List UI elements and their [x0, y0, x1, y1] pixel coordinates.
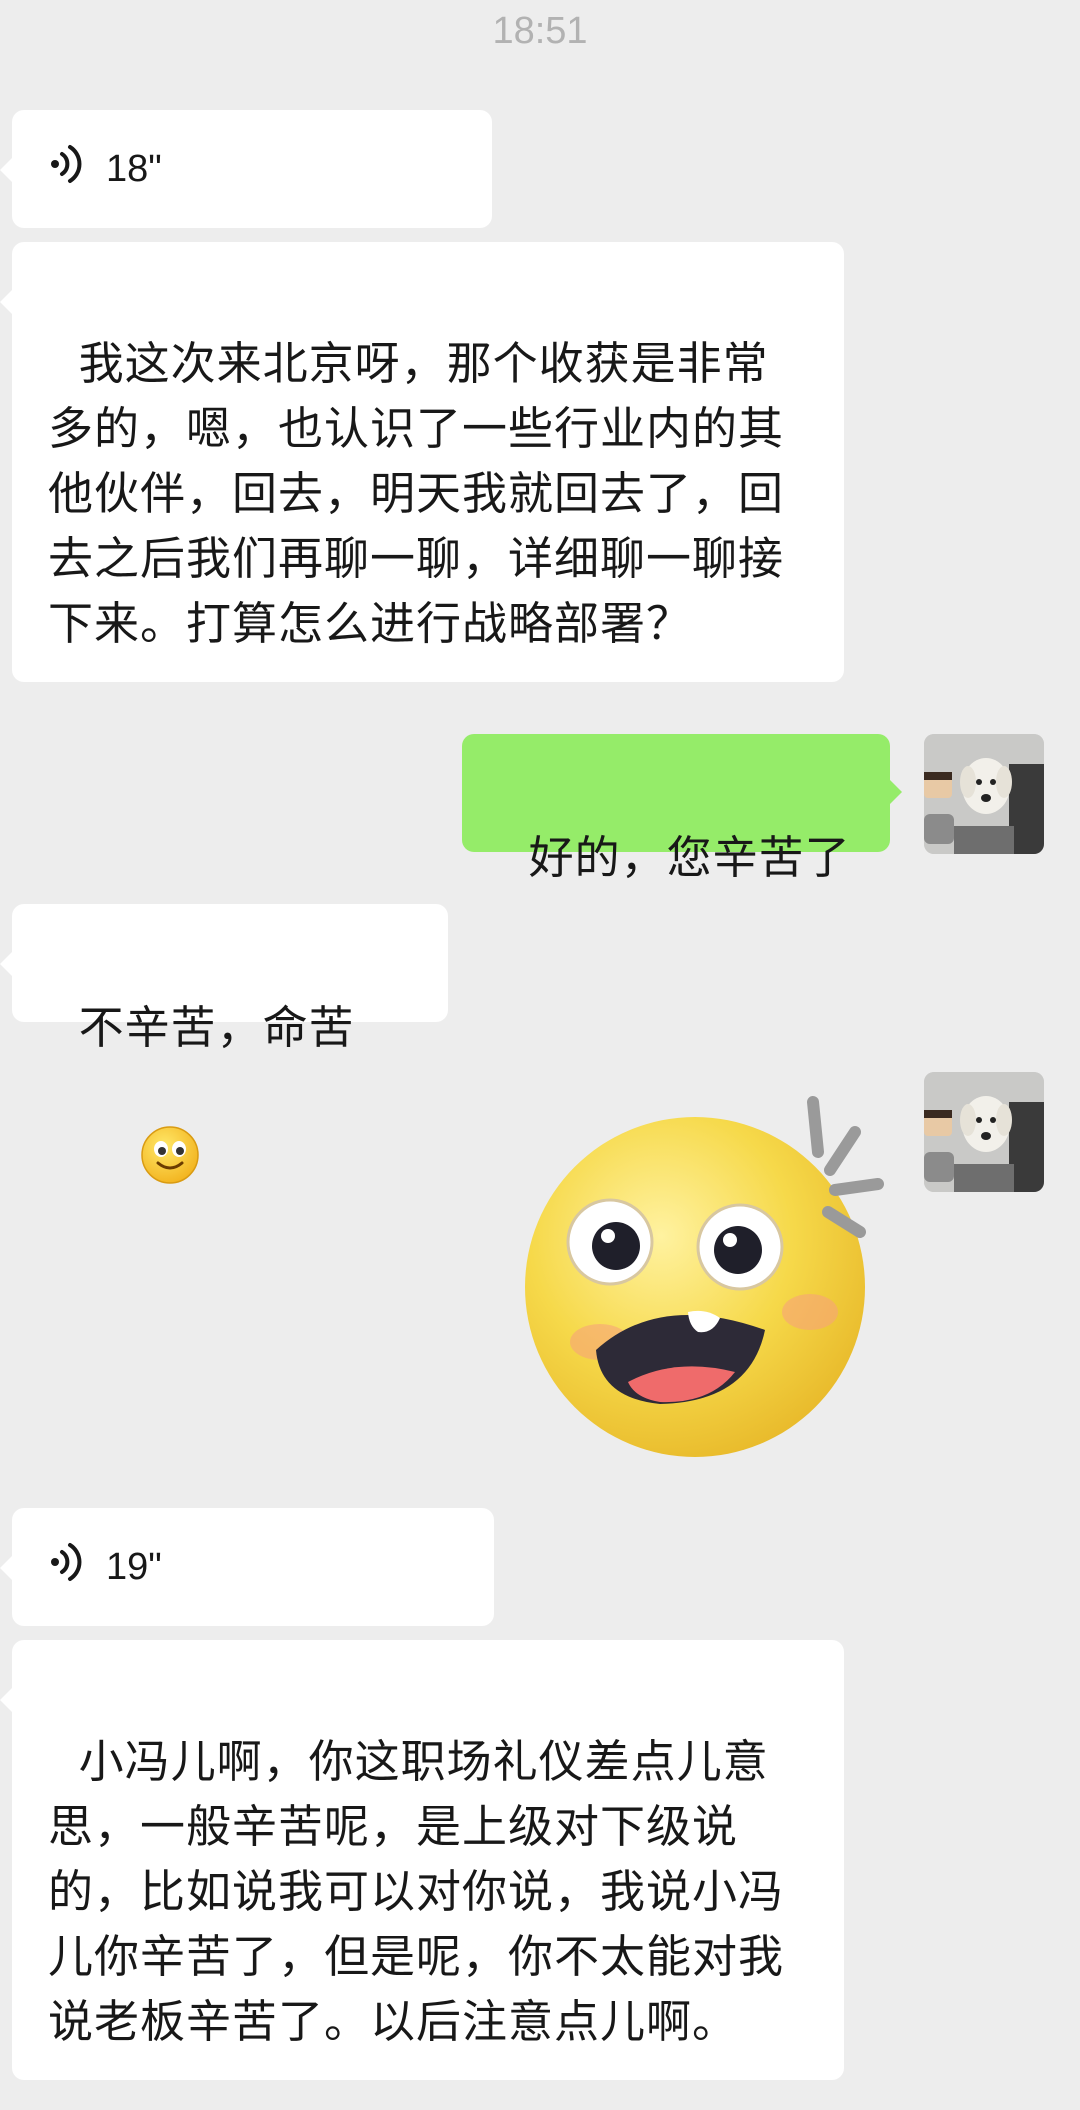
voice-duration: 18": [106, 147, 162, 190]
slight-smile-emoji-icon: [79, 1060, 200, 1267]
incoming-message-2[interactable]: 不辛苦，命苦: [0, 904, 448, 1184]
dog-avatar-icon: [924, 734, 1044, 854]
incoming-message-1[interactable]: 我这次来北京呀，那个收获是非常多的，嗯，也认识了一些行业内的其他伙伴，回去，明天…: [0, 242, 844, 682]
voice-wave-icon: [50, 144, 84, 194]
message-text: 不辛苦，命苦: [78, 1001, 355, 1054]
dog-avatar-icon: [924, 1072, 1044, 1192]
message-text: 我这次来北京呀，那个收获是非常多的，嗯，也认识了一些行业内的其他伙伴，回去，明天…: [48, 337, 785, 650]
self-avatar[interactable]: [924, 734, 1044, 854]
incoming-message-3[interactable]: 小冯儿啊，你这职场礼仪差点儿意思，一般辛苦呢，是上级对下级说的，比如说我可以对你…: [0, 1640, 844, 2080]
voice-message-2[interactable]: 19": [0, 1508, 494, 1626]
message-text: 小冯儿啊，你这职场礼仪差点儿意思，一般辛苦呢，是上级对下级说的，比如说我可以对你…: [48, 1735, 785, 2048]
message-timestamp: 18:51: [492, 10, 588, 52]
self-avatar[interactable]: [924, 1072, 1044, 1192]
voice-wave-icon: [50, 1542, 84, 1592]
message-text: 好的，您辛苦了: [528, 831, 851, 884]
surprised-face-icon: [525, 1096, 884, 1457]
voice-duration: 19": [106, 1545, 162, 1588]
outgoing-message-1[interactable]: 好的，您辛苦了: [462, 734, 902, 884]
surprised-face-sticker[interactable]: [510, 1072, 890, 1462]
voice-message-1[interactable]: 18": [0, 110, 492, 228]
